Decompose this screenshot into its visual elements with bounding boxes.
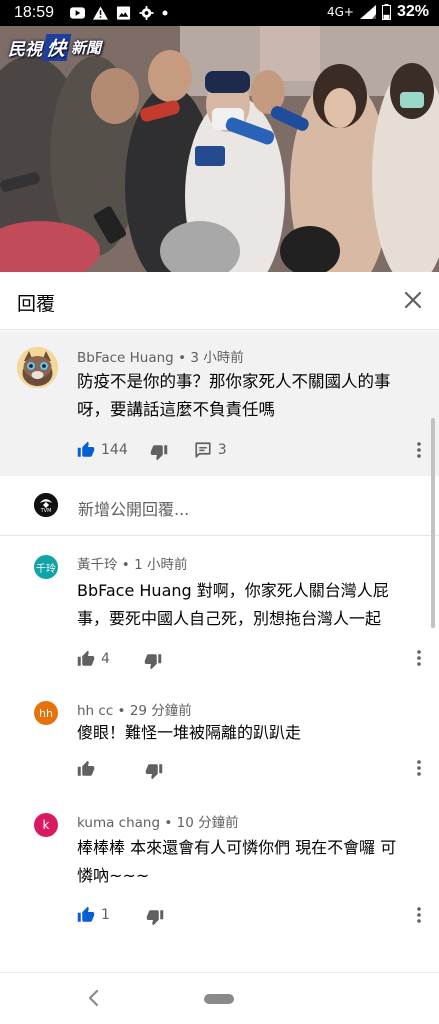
- comment-actions: 4: [77, 648, 162, 670]
- scrollbar[interactable]: [431, 418, 435, 628]
- like-icon[interactable]: [77, 441, 95, 459]
- comment-text: 棒棒棒 本來還會有人可憐你們 現在不會囉 可 憐吶~~~: [77, 834, 396, 890]
- dislike-icon[interactable]: [144, 652, 162, 670]
- add-reply-input[interactable]: 新增公開回覆...: [78, 496, 189, 520]
- comment-text-line: 事，要死中國人自己死，別想拖台灣人一起: [77, 609, 382, 628]
- signal-icon: [359, 5, 376, 19]
- like-icon[interactable]: [77, 906, 95, 924]
- comment-actions: [77, 758, 163, 780]
- comment-actions: 144 3: [77, 439, 227, 461]
- battery-percent: 32%: [396, 3, 429, 20]
- comment-author[interactable]: hh cc: [77, 703, 113, 719]
- more-options-icon[interactable]: [416, 649, 422, 667]
- meta-separator: •: [178, 350, 191, 366]
- back-icon[interactable]: [86, 989, 100, 1007]
- meta-separator: •: [117, 703, 130, 719]
- comment-text: 傻眼！難怪一堆被隔離的趴趴走: [77, 719, 301, 747]
- like-count: 1: [101, 907, 110, 923]
- like-count: 4: [101, 651, 110, 667]
- avatar-label: 千玲: [36, 563, 56, 575]
- network-type: 4G+: [326, 5, 354, 19]
- comment-time: 3 小時前: [190, 350, 244, 366]
- meta-separator: •: [164, 815, 177, 831]
- meta-separator: •: [121, 557, 135, 573]
- image-icon: [116, 6, 131, 20]
- warning-icon: [93, 6, 108, 20]
- comment-text-line: 呀，要講話這麼不負責任嗎: [77, 400, 275, 419]
- home-pill-button[interactable]: [204, 994, 234, 1004]
- logo-text-2: 快: [41, 34, 72, 61]
- avatar[interactable]: hh: [34, 701, 58, 725]
- avatar[interactable]: 千玲: [34, 555, 58, 579]
- avatar[interactable]: k: [34, 813, 58, 837]
- video-frame: [0, 26, 439, 272]
- comment-text-line: BbFace Huang 對啊，你家死人關台灣人屁: [77, 581, 389, 600]
- avatar-label: hh: [39, 706, 53, 720]
- comment-text-line: 傻眼！難怪一堆被隔離的趴趴走: [77, 723, 302, 742]
- comment-text-line: 防疫不是你的事？那你家死人不關國人的事: [77, 372, 391, 391]
- reply-panel-header: 回覆: [0, 272, 439, 330]
- comment-author[interactable]: 黃千玲: [77, 557, 118, 573]
- close-icon[interactable]: [401, 288, 425, 312]
- dot-icon: [162, 10, 168, 16]
- comment-actions: 1: [77, 904, 164, 926]
- status-right: 4G+ 32%: [327, 3, 429, 21]
- like-count: 144: [101, 442, 128, 458]
- comment-text-line: 憐吶~~~: [77, 866, 150, 885]
- comment-text: 防疫不是你的事？那你家死人不關國人的事 呀，要講話這麼不負責任嗎: [77, 368, 391, 424]
- like-icon[interactable]: [77, 650, 95, 668]
- comment-time: 10 分鐘前: [176, 815, 239, 831]
- comment-time: 29 分鐘前: [129, 703, 192, 719]
- dislike-icon[interactable]: [145, 762, 163, 780]
- system-nav-bar: [0, 972, 439, 1024]
- comment-meta: hh cc • 29 分鐘前: [77, 699, 192, 719]
- status-time: 18:59: [14, 4, 55, 21]
- dislike-icon[interactable]: [146, 908, 164, 926]
- status-bar: 18:59 4G+ 32%: [0, 0, 439, 26]
- comment-author[interactable]: kuma chang: [77, 815, 160, 831]
- logo-text-3: 新聞: [71, 39, 102, 57]
- comment-meta: 黃千玲 • 1 小時前: [77, 553, 187, 573]
- reply-count: 3: [217, 442, 227, 458]
- settings-gear-icon: [139, 6, 154, 20]
- logo-text-1: 民視: [8, 40, 42, 60]
- video-player[interactable]: 民視 快 新聞: [0, 26, 439, 272]
- avatar-label: TVM: [40, 508, 52, 514]
- comment-meta: BbFace Huang • 3 小時前: [77, 346, 244, 366]
- notification-icons: [70, 6, 168, 20]
- comment-author[interactable]: BbFace Huang: [77, 350, 174, 366]
- more-options-icon[interactable]: [416, 906, 422, 924]
- comment-time: 1 小時前: [134, 557, 188, 573]
- dislike-icon[interactable]: [150, 443, 168, 461]
- comment-text: BbFace Huang 對啊，你家死人關台灣人屁 事，要死中國人自己死，別想拖…: [77, 577, 389, 633]
- more-options-icon[interactable]: [416, 759, 422, 777]
- reply-panel-title: 回覆: [17, 293, 56, 315]
- battery-icon: [381, 4, 391, 20]
- comment-meta: kuma chang • 10 分鐘前: [77, 811, 239, 831]
- comment-text-line: 棒棒棒 本來還會有人可憐你們 現在不會囉 可: [77, 838, 397, 857]
- cat-avatar-icon: [17, 347, 58, 388]
- user-avatar: TVM: [34, 493, 58, 517]
- youtube-icon: [70, 7, 85, 19]
- add-reply-row[interactable]: TVM 新增公開回覆...: [0, 476, 439, 536]
- avatar-label: k: [42, 818, 50, 832]
- like-icon[interactable]: [77, 760, 95, 778]
- reply-icon[interactable]: [194, 441, 212, 459]
- channel-logo: 民視 快 新聞: [8, 34, 101, 61]
- parent-comment: BbFace Huang • 3 小時前 防疫不是你的事？那你家死人不關國人的事…: [0, 331, 439, 476]
- avatar[interactable]: [17, 347, 58, 388]
- more-options-icon[interactable]: [416, 441, 422, 459]
